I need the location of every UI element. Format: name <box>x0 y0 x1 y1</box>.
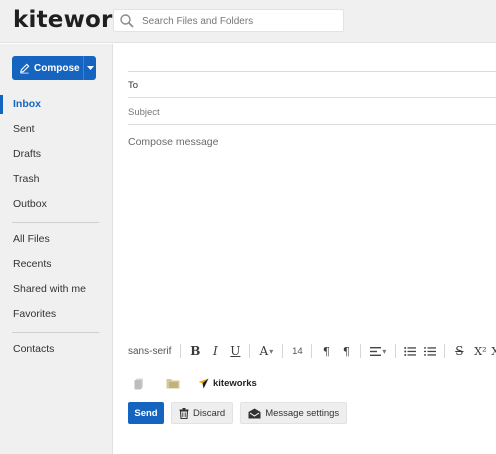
to-label[interactable]: To <box>128 80 138 91</box>
toolbar-separator <box>444 344 446 358</box>
font-color-button[interactable]: A ▾ <box>254 342 278 360</box>
toolbar-separator <box>395 344 397 358</box>
sidebar-item-all-files[interactable]: All Files <box>0 227 113 252</box>
search-icon <box>119 13 135 34</box>
subject-field[interactable]: Subject <box>128 107 160 118</box>
caret-down-icon <box>86 65 94 70</box>
font-color-icon: A <box>259 344 269 358</box>
bold-button[interactable]: B <box>185 342 205 360</box>
toolbar-separator <box>282 344 284 358</box>
discard-label: Discard <box>193 407 226 419</box>
sidebar-item-inbox[interactable]: Inbox <box>0 92 113 117</box>
sidebar-item-drafts[interactable]: Drafts <box>0 142 113 167</box>
send-button[interactable]: Send <box>128 402 164 424</box>
sidebar-item-recents[interactable]: Recents <box>0 252 113 277</box>
subscript-button[interactable]: X <box>491 342 496 360</box>
message-settings-button[interactable]: Message settings <box>240 402 348 424</box>
sidebar-item-trash[interactable]: Trash <box>0 167 113 192</box>
sidebar-item-favorites[interactable]: Favorites <box>0 302 113 327</box>
toolbar-separator <box>311 344 313 358</box>
sidebar-item-outbox[interactable]: Outbox <box>0 192 113 217</box>
message-body-field[interactable]: Compose message <box>128 136 218 148</box>
formatting-toolbar: sans-serif B I U A ▾ 14 ¶ ¶ ▾ S X² X <box>128 342 496 360</box>
attach-from-computer-button[interactable] <box>128 377 150 390</box>
caret-down-icon: ▾ <box>269 346 274 356</box>
align-button[interactable]: ▾ <box>365 342 391 360</box>
kiteworks-label: kiteworks <box>213 377 257 389</box>
kiteworks-attach-button[interactable]: kiteworks <box>198 378 257 389</box>
sidebar-divider <box>12 332 99 333</box>
ltr-button[interactable]: ¶ <box>316 342 336 360</box>
search-box[interactable] <box>113 9 344 32</box>
rtl-button[interactable]: ¶ <box>336 342 356 360</box>
envelope-settings-icon <box>248 408 261 418</box>
bulleted-list-button[interactable] <box>400 342 420 360</box>
toolbar-separator <box>360 344 362 358</box>
divider <box>128 97 496 98</box>
compose-main-button[interactable]: Compose <box>12 56 84 80</box>
sidebar-item-contacts[interactable]: Contacts <box>0 337 113 362</box>
discard-button[interactable]: Discard <box>171 402 234 424</box>
numbered-list-button[interactable] <box>420 342 440 360</box>
font-size-select[interactable]: 14 <box>287 342 307 360</box>
strikethrough-button[interactable]: S <box>449 342 469 360</box>
italic-button[interactable]: I <box>205 342 225 360</box>
superscript-button[interactable]: X² <box>469 342 491 360</box>
kiteworks-logo-icon <box>198 378 209 388</box>
folder-icon <box>166 379 180 389</box>
attachment-row: kiteworks <box>128 375 257 391</box>
compose-panel: To Subject Compose message sans-serif B … <box>114 44 496 454</box>
divider <box>128 124 496 125</box>
divider <box>128 71 496 72</box>
message-settings-label: Message settings <box>265 407 340 419</box>
search-input[interactable] <box>142 13 337 29</box>
compose-label: Compose <box>34 62 80 74</box>
caret-down-icon: ▾ <box>382 346 387 356</box>
align-left-icon <box>370 346 382 356</box>
sidebar: Compose Inbox Sent Drafts Trash Outbox A… <box>0 44 113 454</box>
toolbar-separator <box>180 344 182 358</box>
bulleted-list-icon <box>404 346 417 356</box>
sidebar-item-shared-with-me[interactable]: Shared with me <box>0 277 113 302</box>
numbered-list-icon <box>424 346 437 356</box>
pencil-icon <box>20 63 30 73</box>
sidebar-divider <box>12 222 99 223</box>
attach-from-folders-button[interactable] <box>162 377 184 389</box>
compose-button[interactable]: Compose <box>12 56 96 80</box>
top-header: kiteworks <box>0 0 496 43</box>
compose-dropdown-toggle[interactable] <box>84 56 96 80</box>
compose-actions: Send Discard Message settings <box>128 402 354 424</box>
trash-icon <box>179 407 189 419</box>
attach-file-icon <box>134 378 143 389</box>
underline-button[interactable]: U <box>225 342 245 360</box>
sidebar-item-sent[interactable]: Sent <box>0 117 113 142</box>
sidebar-nav: Inbox Sent Drafts Trash Outbox All Files… <box>0 92 113 362</box>
font-family-select[interactable]: sans-serif <box>128 346 171 357</box>
toolbar-separator <box>249 344 251 358</box>
